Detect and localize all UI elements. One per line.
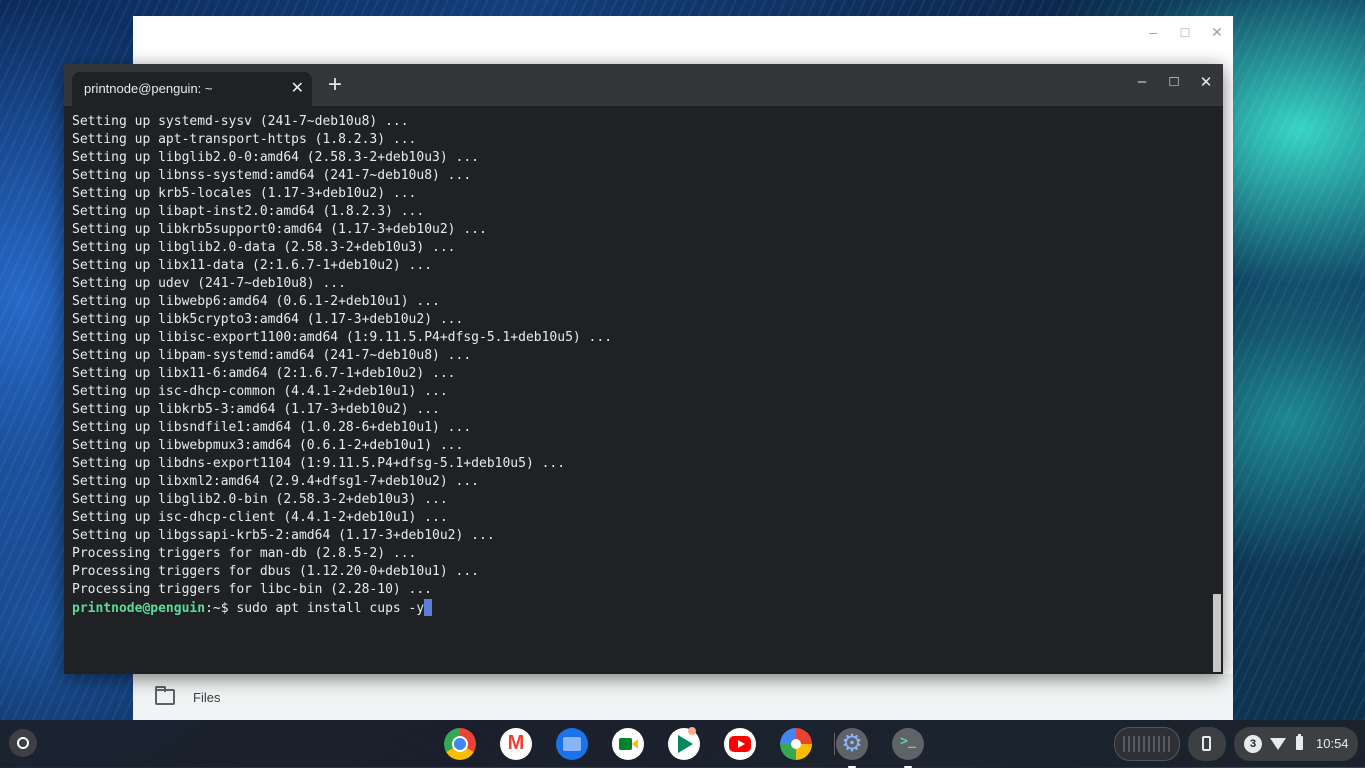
terminal-line: Setting up libx11-6:amd64 (2:1.6.7-1+deb… [72, 365, 1215, 383]
terminal-line: Setting up libwebp6:amd64 (0.6.1-2+deb10… [72, 293, 1215, 311]
terminal-line: Setting up udev (241-7~deb10u8) ... [72, 275, 1215, 293]
terminal-line: Setting up libxml2:amd64 (2.9.4+dfsg1-7+… [72, 473, 1215, 491]
terminal-window[interactable]: printnode@penguin: ~ ✕ + – □ ✕ Setting u… [64, 64, 1223, 674]
tab-title: printnode@penguin: ~ [84, 72, 213, 106]
wifi-icon [1270, 738, 1286, 750]
terminal-line: Setting up libkrb5-3:amd64 (1.17-3+deb10… [72, 401, 1215, 419]
terminal-line: Setting up libglib2.0-data (2.58.3-2+deb… [72, 239, 1215, 257]
files-minimize-button[interactable]: – [1143, 24, 1163, 40]
youtube-icon[interactable] [724, 728, 756, 760]
photos-icon[interactable] [780, 728, 812, 760]
terminal-line: Setting up systemd-sysv (241-7~deb10u8) … [72, 113, 1215, 131]
play-store-notification-dot [688, 727, 696, 735]
terminal-line: Processing triggers for dbus (1.12.20-0+… [72, 563, 1215, 581]
terminal-line: Setting up libglib2.0-0:amd64 (2.58.3-2+… [72, 149, 1215, 167]
terminal-tab[interactable]: printnode@penguin: ~ ✕ [72, 72, 312, 106]
terminal-line: Setting up libgssapi-krb5-2:amd64 (1.17-… [72, 527, 1215, 545]
gmail-icon[interactable] [500, 728, 532, 760]
terminal-line: Processing triggers for libc-bin (2.28-1… [72, 581, 1215, 599]
maximize-button[interactable]: □ [1163, 73, 1185, 90]
settings-icon[interactable] [836, 728, 868, 760]
minimize-button[interactable]: – [1131, 73, 1153, 90]
terminal-line: Setting up libwebpmux3:amd64 (0.6.1-2+de… [72, 437, 1215, 455]
terminal-line: Setting up isc-dhcp-common (4.4.1-2+deb1… [72, 383, 1215, 401]
prompt-path: :~$ [205, 601, 228, 616]
files-sidebar-item[interactable]: Files [133, 674, 1233, 720]
terminal-output[interactable]: Setting up systemd-sysv (241-7~deb10u8) … [64, 106, 1223, 674]
new-tab-button[interactable]: + [324, 70, 346, 100]
files-label: Files [193, 690, 220, 705]
terminal-line: Setting up libisc-export1100:amd64 (1:9.… [72, 329, 1215, 347]
battery-icon [1296, 736, 1303, 750]
terminal-line: Setting up libapt-inst2.0:amd64 (1.8.2.3… [72, 203, 1215, 221]
phone-hub-button[interactable] [1188, 727, 1226, 761]
files-close-button[interactable]: ✕ [1207, 24, 1227, 41]
meet-icon[interactable] [612, 728, 644, 760]
command-text: sudo apt install cups -y [229, 601, 425, 616]
files-maximize-button[interactable]: □ [1175, 24, 1195, 40]
holding-space-tray[interactable] [1114, 727, 1180, 761]
terminal-line: Setting up libsndfile1:amd64 (1.0.28-6+d… [72, 419, 1215, 437]
prompt-line[interactable]: printnode@penguin:~$ sudo apt install cu… [72, 599, 1215, 617]
files-icon[interactable] [556, 728, 588, 760]
terminal-line: Setting up libdns-export1104 (1:9.11.5.P… [72, 455, 1215, 473]
close-button[interactable]: ✕ [1195, 73, 1217, 91]
terminal-line: Processing triggers for man-db (2.8.5-2)… [72, 545, 1215, 563]
status-area[interactable]: 3 10:54 [1234, 727, 1358, 761]
shelf-divider [834, 733, 835, 755]
launcher-button[interactable] [9, 729, 37, 757]
terminal-line: Setting up libx11-data (2:1.6.7-1+deb10u… [72, 257, 1215, 275]
chrome-icon[interactable] [444, 728, 476, 760]
terminal-scrollbar[interactable] [1213, 594, 1221, 672]
terminal-line: Setting up libk5crypto3:amd64 (1.17-3+de… [72, 311, 1215, 329]
tab-close-icon[interactable]: ✕ [291, 72, 304, 106]
terminal-line: Setting up libnss-systemd:amd64 (241-7~d… [72, 167, 1215, 185]
terminal-icon[interactable] [892, 728, 924, 760]
terminal-line: Setting up libkrb5support0:amd64 (1.17-3… [72, 221, 1215, 239]
text-cursor [424, 599, 432, 616]
clock: 10:54 [1316, 736, 1349, 751]
prompt-user: printnode@penguin [72, 601, 205, 616]
terminal-line: Setting up isc-dhcp-client (4.4.1-2+deb1… [72, 509, 1215, 527]
notification-count-badge: 3 [1244, 735, 1262, 753]
terminal-line: Setting up libpam-systemd:amd64 (241-7~d… [72, 347, 1215, 365]
folder-icon [155, 689, 175, 705]
terminal-titlebar[interactable]: printnode@penguin: ~ ✕ + – □ ✕ [64, 64, 1223, 106]
terminal-line: Setting up libglib2.0-bin (2.58.3-2+deb1… [72, 491, 1215, 509]
terminal-line: Setting up apt-transport-https (1.8.2.3)… [72, 131, 1215, 149]
terminal-line: Setting up krb5-locales (1.17-3+deb10u2)… [72, 185, 1215, 203]
